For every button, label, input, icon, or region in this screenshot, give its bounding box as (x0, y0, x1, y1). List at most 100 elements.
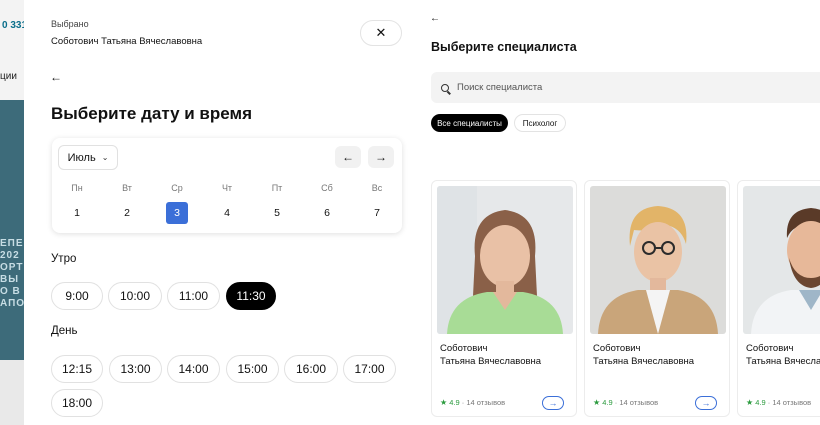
specialist-card[interactable]: Соботович Татьяна Вячеславовна ★ 4.9 · 1… (584, 180, 730, 417)
review-count: · 14 отзывов (614, 398, 659, 407)
time-slot-selected[interactable]: 11:30 (226, 282, 276, 310)
specialist-given-names: Татьяна Вячеславовна (440, 356, 542, 367)
rating-score: 4.9 (602, 398, 613, 407)
calendar: Июль ⌄ ← → Пн Вт Ср Чт Пт Сб Вс 1 2 3 4 … (52, 138, 402, 233)
page-title: Выберите дату и время (51, 104, 252, 123)
selected-specialist-name: Соботович Татьяна Вячеславовна (51, 36, 203, 47)
arrow-right-icon: → (375, 150, 387, 164)
calendar-day[interactable]: 1 (52, 202, 102, 224)
specialist-surname: Соботович (593, 343, 641, 354)
specialist-card[interactable]: Соботович Татьяна Вячеславовна ★ 4.9 · 1… (737, 180, 820, 417)
close-icon: ✕ (375, 25, 387, 40)
calendar-day[interactable]: 4 (202, 202, 252, 224)
prev-week-button[interactable]: ← (335, 146, 361, 168)
day-label: День (51, 325, 78, 337)
review-count: · 14 отзывов (767, 398, 812, 407)
banner-fragment: О В (0, 286, 21, 297)
time-slot[interactable]: 12:15 (51, 355, 103, 383)
specialist-name: Соботович Татьяна Вячеславовна (593, 342, 729, 368)
specialist-photo (437, 186, 573, 334)
morning-label: Утро (51, 253, 77, 265)
day-number: 1 (74, 207, 80, 219)
star-icon: ★ (593, 398, 601, 407)
star-icon: ★ (440, 398, 448, 407)
specialist-rating: ★ 4.9 · 14 отзывов (593, 398, 658, 407)
banner-fragment: АПО (0, 298, 24, 309)
weekday-header: Пн Вт Ср Чт Пт Сб Вс (52, 183, 402, 193)
chevron-down-icon: ⌄ (101, 153, 109, 162)
rating-score: 4.9 (449, 398, 460, 407)
weekday-label: Ср (171, 183, 183, 193)
close-button[interactable]: ✕ (360, 20, 402, 46)
weekday-label: Вт (122, 183, 132, 193)
time-slot[interactable]: 16:00 (284, 355, 338, 383)
booking-screen: 0 331 ции ЕПЕ 202 ОРТ ВЫ О В АПО Выбрано… (0, 0, 820, 425)
month-select-value: Июль (67, 151, 96, 164)
month-select[interactable]: Июль ⌄ (58, 145, 118, 170)
banner-fragment: 202 (0, 250, 20, 261)
weekday-label: Вс (371, 183, 383, 193)
specialists-title: Выберите специалиста (431, 40, 577, 54)
arrow-right-icon: → (701, 398, 711, 408)
day-number: 5 (274, 207, 280, 219)
weekday-label: Сб (321, 183, 333, 193)
filter-chip-all[interactable]: Все специалисты (431, 114, 508, 132)
star-icon: ★ (746, 398, 754, 407)
specialist-name: Соботович Татьяна Вячеславовна (746, 342, 820, 368)
specialist-surname: Соботович (746, 343, 794, 354)
arrow-right-icon: → (548, 398, 558, 408)
specialist-rating: ★ 4.9 · 14 отзывов (440, 398, 505, 407)
review-count: · 14 отзывов (461, 398, 506, 407)
day-row: 1 2 3 4 5 6 7 (52, 202, 402, 224)
calendar-day[interactable]: 6 (302, 202, 352, 224)
time-slot[interactable]: 17:00 (343, 355, 396, 383)
day-number: 7 (374, 207, 380, 219)
background-nav-fragment: ции (0, 71, 17, 82)
select-specialist-button[interactable]: → (542, 396, 564, 410)
calendar-day[interactable]: 7 (352, 202, 402, 224)
specialists-panel: ← Выберите специалиста Все специалисты П… (422, 0, 820, 425)
background-phone-fragment: 0 331 (2, 20, 24, 31)
time-slot[interactable]: 11:00 (167, 282, 220, 310)
search-icon (441, 83, 449, 92)
datetime-panel: Выбрано Соботович Татьяна Вячеславовна ✕… (24, 0, 422, 425)
day-number: 3 (166, 202, 188, 224)
day-number: 6 (324, 207, 330, 219)
specialist-rating: ★ 4.9 · 14 отзывов (746, 398, 811, 407)
specialist-name: Соботович Татьяна Вячеславовна (440, 342, 576, 368)
background-banner-text: ЕПЕ 202 ОРТ ВЫ О В АПО (0, 238, 24, 310)
time-slot[interactable]: 18:00 (51, 389, 103, 417)
specialist-given-names: Татьяна Вячеславовна (746, 356, 820, 367)
specialist-photo (590, 186, 726, 334)
back-arrow-icon[interactable]: ← (430, 13, 440, 24)
banner-fragment: ЕПЕ (0, 238, 24, 249)
select-specialist-button[interactable]: → (695, 396, 717, 410)
rating-score: 4.9 (755, 398, 766, 407)
calendar-day-selected[interactable]: 3 (152, 202, 202, 224)
background-footer (0, 360, 24, 425)
search-input[interactable] (457, 82, 777, 93)
specialist-surname: Соботович (440, 343, 488, 354)
specialist-card[interactable]: Соботович Татьяна Вячеславовна ★ 4.9 · 1… (431, 180, 577, 417)
time-slot[interactable]: 15:00 (226, 355, 279, 383)
selected-caption: Выбрано (51, 19, 89, 29)
calendar-day[interactable]: 5 (252, 202, 302, 224)
day-number: 2 (124, 207, 130, 219)
next-week-button[interactable]: → (368, 146, 394, 168)
banner-fragment: ВЫ (0, 274, 20, 285)
background-header (0, 0, 24, 100)
back-arrow-icon[interactable]: ← (50, 70, 62, 84)
time-slot[interactable]: 13:00 (109, 355, 162, 383)
banner-fragment: ОРТ (0, 262, 24, 273)
weekday-label: Пт (271, 183, 283, 193)
calendar-day[interactable]: 2 (102, 202, 152, 224)
day-number: 4 (224, 207, 230, 219)
search-box (431, 72, 820, 103)
background-page: 0 331 ции ЕПЕ 202 ОРТ ВЫ О В АПО (0, 0, 24, 425)
specialist-given-names: Татьяна Вячеславовна (593, 356, 695, 367)
specialist-photo (743, 186, 820, 334)
filter-chip-psychologist[interactable]: Психолог (514, 114, 566, 132)
time-slot[interactable]: 14:00 (167, 355, 220, 383)
time-slot[interactable]: 10:00 (108, 282, 162, 310)
time-slot[interactable]: 9:00 (51, 282, 103, 310)
